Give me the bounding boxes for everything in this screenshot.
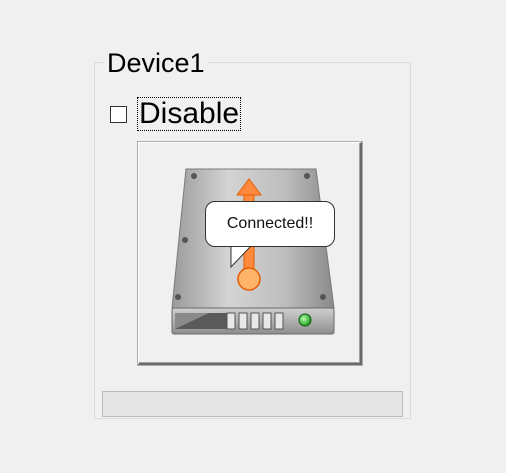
device-panel: Device1 Disable Connected!! xyxy=(0,0,506,473)
connected-tooltip: Connected!! xyxy=(205,201,335,247)
device-button[interactable]: Connected!! xyxy=(138,142,362,365)
disable-checkbox-label[interactable]: Disable xyxy=(137,97,242,131)
disable-checkbox[interactable] xyxy=(110,105,127,123)
hard-drive-icon xyxy=(171,168,335,335)
progress-bar xyxy=(102,391,403,417)
groupbox-title: Device1 xyxy=(104,46,208,80)
status-led-icon xyxy=(298,313,312,327)
disable-checkbox-row[interactable]: Disable xyxy=(110,96,242,132)
